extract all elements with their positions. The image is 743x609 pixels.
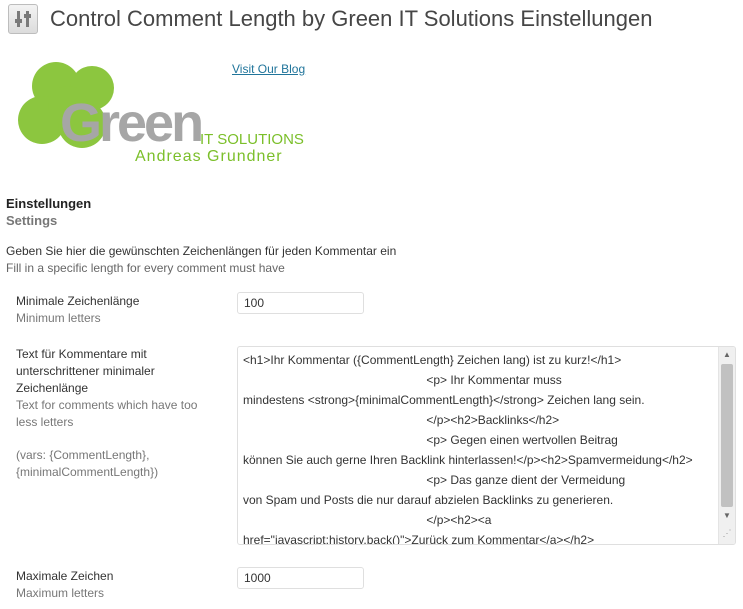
- scroll-thumb[interactable]: [721, 364, 733, 507]
- min-length-sublabel: Minimum letters: [16, 311, 101, 325]
- logo-brand-text: Green: [60, 93, 204, 153]
- resize-grip-icon[interactable]: ⋰: [719, 525, 735, 541]
- min-length-label: Minimale Zeichenlänge: [16, 294, 140, 308]
- visit-blog-link[interactable]: Visit Our Blog: [232, 62, 305, 76]
- short-text-sublabel: Text for comments which have too less le…: [16, 398, 198, 429]
- scroll-up-icon[interactable]: ▲: [719, 347, 735, 363]
- min-length-input[interactable]: 100: [237, 292, 364, 314]
- textarea-scrollbar[interactable]: ▲ ▼ ⋰: [718, 347, 735, 544]
- max-length-sublabel: Maximum letters: [16, 586, 105, 600]
- section-description-en: Fill in a specific length for every comm…: [6, 261, 285, 275]
- scroll-down-icon[interactable]: ▼: [719, 508, 735, 524]
- settings-page-icon: [8, 4, 38, 34]
- max-length-input[interactable]: 1000: [237, 567, 364, 589]
- section-description-de: Geben Sie hier die gewünschten Zeichenlä…: [6, 244, 397, 258]
- short-text-textarea-content[interactable]: <h1>Ihr Kommentar ({CommentLength} Zeich…: [243, 350, 718, 544]
- logo-it-text: IT SOLUTIONS: [200, 131, 304, 148]
- page-title: Control Comment Length by Green IT Solut…: [50, 6, 653, 31]
- section-subtitle: Settings: [6, 213, 58, 228]
- section-title: Einstellungen: [6, 196, 92, 211]
- short-text-textarea[interactable]: <h1>Ihr Kommentar ({CommentLength} Zeich…: [237, 346, 736, 545]
- max-length-label: Maximale Zeichen: [16, 569, 114, 583]
- logo-owner-text: Andreas Grundner: [135, 148, 283, 165]
- short-text-vars: (vars: {CommentLength}, {minimalCommentL…: [16, 448, 159, 479]
- short-text-label: Text für Kommentare mit unterschrittener…: [16, 347, 155, 395]
